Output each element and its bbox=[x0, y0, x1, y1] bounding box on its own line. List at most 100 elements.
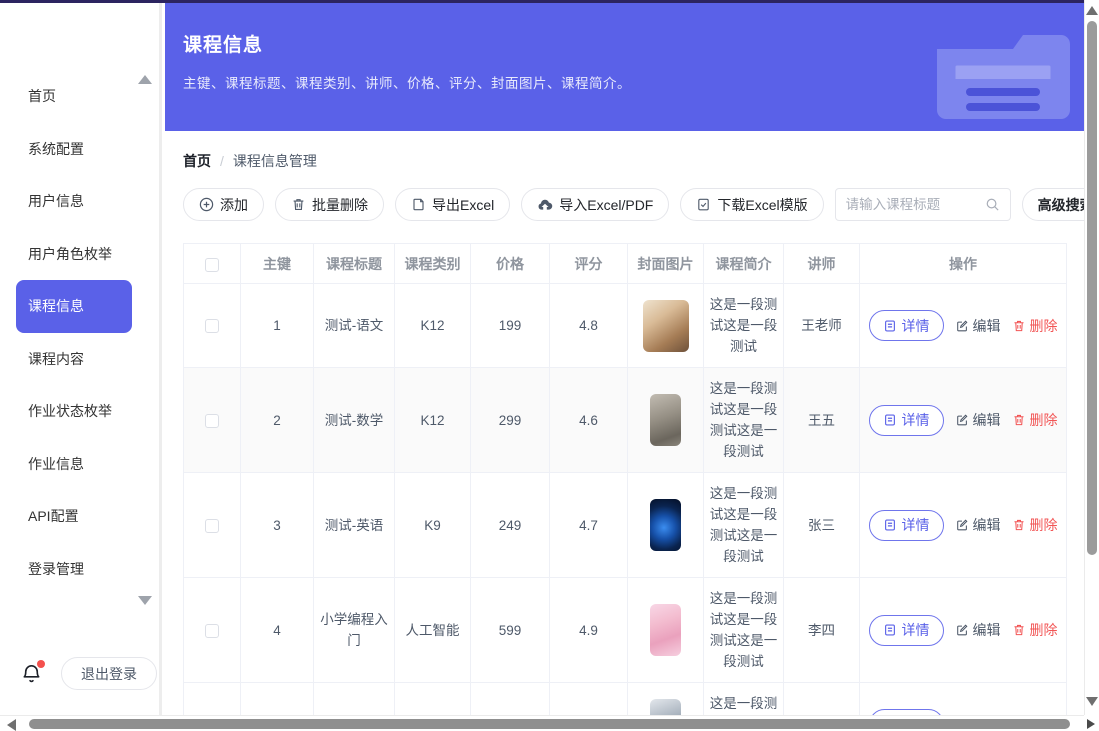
select-all-checkbox[interactable] bbox=[205, 258, 219, 272]
sidebar-item-system-config[interactable]: 系统配置 bbox=[0, 123, 159, 176]
cell-price: 299 bbox=[471, 368, 550, 473]
sidebar-item-homework-status-enum[interactable]: 作业状态枚举 bbox=[0, 385, 159, 438]
cell-intro: 这是一段测试这是一段测试这是一段测试 bbox=[704, 578, 784, 683]
sidebar-item-user-role-enum[interactable]: 用户角色枚举 bbox=[0, 228, 159, 281]
detail-button[interactable]: 详情 bbox=[869, 310, 944, 341]
edit-button[interactable]: 编辑 bbox=[955, 316, 1001, 336]
sidebar-scroll-up-icon[interactable] bbox=[138, 75, 152, 84]
delete-button-label: 删除 bbox=[1030, 515, 1058, 535]
sidebar-item-login-management[interactable]: 登录管理 bbox=[0, 543, 159, 596]
sidebar-item-course-content[interactable]: 课程内容 bbox=[0, 333, 159, 386]
sidebar-item-user-info[interactable]: 用户信息 bbox=[0, 175, 159, 228]
edit-button[interactable]: 编辑 bbox=[955, 410, 1001, 430]
cell-actions: 详情 编辑 删除 bbox=[860, 368, 1067, 473]
edit-pencil-icon bbox=[955, 518, 969, 532]
header-rating: 评分 bbox=[550, 244, 628, 284]
scroll-up-arrow[interactable] bbox=[1086, 6, 1098, 15]
cell-teacher: 王五 bbox=[784, 683, 860, 716]
delete-button[interactable]: 删除 bbox=[1012, 620, 1058, 640]
edit-button-label: 编辑 bbox=[973, 515, 1001, 535]
edit-button-label: 编辑 bbox=[973, 410, 1001, 430]
cell-price: 199 bbox=[471, 284, 550, 368]
cover-image bbox=[650, 499, 681, 551]
sidebar-item-api-config[interactable]: API配置 bbox=[0, 490, 159, 543]
cell-course-title: 测试-数学 bbox=[314, 368, 395, 473]
plus-circle-icon bbox=[199, 197, 214, 212]
edit-button[interactable]: 编辑 bbox=[955, 515, 1001, 535]
table-row: 3 测试-英语 K9 249 4.7 这是一段测试这是一段测试这是一段测试 张三… bbox=[184, 473, 1067, 578]
cover-image bbox=[650, 394, 681, 446]
cell-id: 5 bbox=[241, 683, 314, 716]
page-banner: 课程信息 主键、课程标题、课程类别、讲师、价格、评分、封面图片、课程简介。 bbox=[165, 3, 1084, 131]
cell-rating: 4.9 bbox=[550, 578, 628, 683]
header-course-title: 课程标题 bbox=[314, 244, 395, 284]
row-checkbox[interactable] bbox=[205, 319, 219, 333]
document-check-icon bbox=[696, 197, 711, 212]
table-row: 5 测试-政治 K9 350 4.5 这是一段测试这是一段测试 王五 详情 编辑… bbox=[184, 683, 1067, 716]
cell-cover bbox=[628, 578, 704, 683]
detail-document-icon bbox=[883, 623, 897, 637]
detail-button-label: 详情 bbox=[902, 316, 930, 336]
cell-course-title: 测试-英语 bbox=[314, 473, 395, 578]
scroll-left-arrow[interactable] bbox=[7, 719, 16, 731]
sidebar-item-home[interactable]: 首页 bbox=[0, 70, 159, 123]
edit-pencil-icon bbox=[955, 623, 969, 637]
cell-id: 2 bbox=[241, 368, 314, 473]
breadcrumb-home-link[interactable]: 首页 bbox=[183, 151, 211, 171]
search-input[interactable] bbox=[846, 197, 985, 212]
cell-rating: 4.7 bbox=[550, 473, 628, 578]
course-table-wrap: 主键 课程标题 课程类别 价格 评分 封面图片 课程简介 讲师 操作 1 测试-… bbox=[183, 243, 1066, 715]
table-row: 2 测试-数学 K12 299 4.6 这是一段测试这是一段测试这是一段测试 王… bbox=[184, 368, 1067, 473]
detail-button[interactable]: 详情 bbox=[869, 405, 944, 436]
row-checkbox[interactable] bbox=[205, 519, 219, 533]
delete-button[interactable]: 删除 bbox=[1012, 410, 1058, 430]
import-excel-pdf-label: 导入Excel/PDF bbox=[559, 195, 653, 215]
export-excel-button[interactable]: 导出Excel bbox=[395, 188, 510, 221]
row-select-cell bbox=[184, 473, 241, 578]
download-template-button[interactable]: 下载Excel模版 bbox=[680, 188, 823, 221]
header-actions: 操作 bbox=[860, 244, 1067, 284]
scroll-right-arrow[interactable] bbox=[1087, 719, 1095, 729]
detail-button[interactable]: 详情 bbox=[869, 510, 944, 541]
cell-category: 人工智能 bbox=[395, 578, 471, 683]
batch-delete-button[interactable]: 批量删除 bbox=[275, 188, 384, 221]
row-select-cell bbox=[184, 284, 241, 368]
add-button[interactable]: 添加 bbox=[183, 188, 264, 221]
sidebar-scroll-down-icon[interactable] bbox=[138, 596, 152, 605]
header-category: 课程类别 bbox=[395, 244, 471, 284]
delete-trash-icon bbox=[1012, 319, 1026, 333]
export-excel-label: 导出Excel bbox=[432, 195, 494, 215]
sidebar-item-course-info[interactable]: 课程信息 bbox=[16, 280, 132, 333]
vertical-scrollbar-thumb[interactable] bbox=[1087, 21, 1097, 555]
cell-teacher: 王五 bbox=[784, 368, 860, 473]
cell-rating: 4.6 bbox=[550, 368, 628, 473]
table-header-row: 主键 课程标题 课程类别 价格 评分 封面图片 课程简介 讲师 操作 bbox=[184, 244, 1067, 284]
row-checkbox[interactable] bbox=[205, 624, 219, 638]
horizontal-scrollbar-thumb[interactable] bbox=[29, 719, 1070, 729]
notification-bell-icon[interactable] bbox=[20, 662, 44, 686]
delete-button[interactable]: 删除 bbox=[1012, 515, 1058, 535]
detail-button[interactable]: 详情 bbox=[869, 615, 944, 646]
advanced-search-button[interactable]: 高级搜索 bbox=[1022, 188, 1084, 221]
detail-button-label: 详情 bbox=[902, 410, 930, 430]
row-checkbox[interactable] bbox=[205, 414, 219, 428]
logout-button[interactable]: 退出登录 bbox=[61, 657, 157, 690]
sidebar-item-homework-info[interactable]: 作业信息 bbox=[0, 438, 159, 491]
edit-pencil-icon bbox=[955, 319, 969, 333]
cell-price: 350 bbox=[471, 683, 550, 716]
delete-button[interactable]: 删除 bbox=[1012, 316, 1058, 336]
scroll-down-arrow[interactable] bbox=[1086, 697, 1098, 706]
search-icon[interactable] bbox=[985, 197, 1000, 212]
edit-button-label: 编辑 bbox=[973, 620, 1001, 640]
cell-id: 3 bbox=[241, 473, 314, 578]
vertical-scrollbar bbox=[1084, 0, 1099, 715]
horizontal-scrollbar bbox=[0, 715, 1084, 731]
sidebar: 首页 系统配置 用户信息 用户角色枚举 课程信息 课程内容 作业状态枚举 作业信… bbox=[0, 0, 162, 715]
main-content: 课程信息 主键、课程标题、课程类别、讲师、价格、评分、封面图片、课程简介。 首页… bbox=[165, 0, 1084, 715]
download-template-label: 下载Excel模版 bbox=[717, 195, 807, 215]
cell-course-title: 测试-政治 bbox=[314, 683, 395, 716]
cell-actions: 详情 编辑 删除 bbox=[860, 473, 1067, 578]
import-excel-pdf-button[interactable]: 导入Excel/PDF bbox=[521, 188, 669, 221]
edit-button[interactable]: 编辑 bbox=[955, 620, 1001, 640]
breadcrumb: 首页 / 课程信息管理 bbox=[183, 151, 1084, 171]
